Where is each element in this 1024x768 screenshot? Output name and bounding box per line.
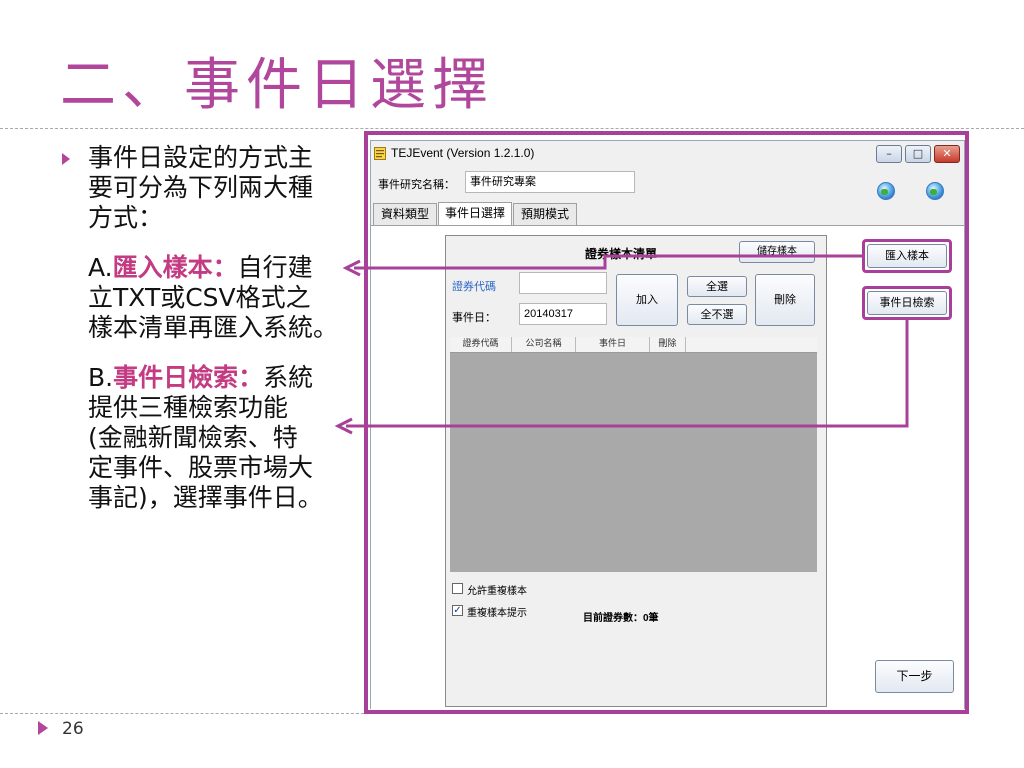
connector-import-sample bbox=[354, 254, 862, 270]
connector-event-search bbox=[346, 320, 909, 428]
callout-connectors bbox=[334, 254, 909, 435]
